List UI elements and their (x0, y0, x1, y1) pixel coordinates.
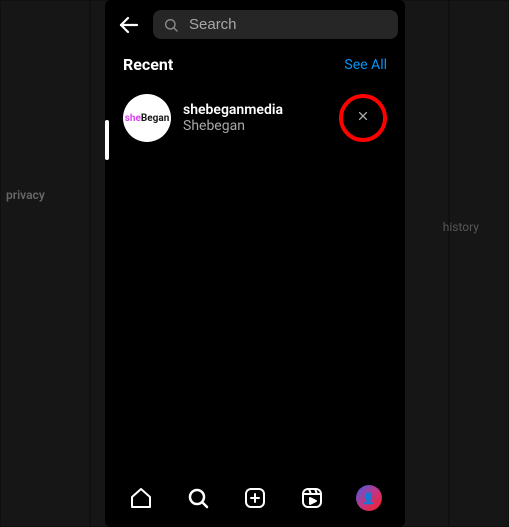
nav-home[interactable] (128, 485, 154, 511)
search-header (105, 0, 405, 49)
avatar-text: sheBegan (125, 113, 170, 124)
profile-icon: 👤 (362, 492, 376, 505)
avatar: sheBegan (123, 94, 171, 142)
reels-icon (300, 486, 324, 510)
search-input[interactable] (189, 16, 388, 33)
scroll-indicator (105, 120, 109, 160)
home-icon (129, 486, 153, 510)
back-arrow-icon (117, 13, 141, 37)
search-nav-icon (186, 486, 210, 510)
nav-reels[interactable] (299, 485, 325, 511)
search-panel: Recent See All sheBegan shebeganmedia Sh… (105, 0, 405, 527)
remove-wrap (339, 94, 387, 142)
recent-title: Recent (123, 55, 173, 74)
recent-header: Recent See All (105, 49, 405, 86)
username-label: shebeganmedia (183, 102, 327, 118)
bottom-nav: 👤 (105, 475, 405, 527)
back-button[interactable] (117, 13, 141, 37)
recent-search-item[interactable]: sheBegan shebeganmedia Shebegan (105, 86, 405, 150)
nav-search[interactable] (185, 485, 211, 511)
search-icon (163, 17, 179, 33)
see-all-link[interactable]: See All (344, 57, 387, 73)
nav-create[interactable] (242, 485, 268, 511)
create-icon (243, 486, 267, 510)
nav-profile[interactable]: 👤 (356, 485, 382, 511)
close-icon (357, 110, 369, 122)
bg-text-privacy: privacy (6, 188, 45, 202)
item-text: shebeganmedia Shebegan (183, 102, 327, 134)
search-box[interactable] (153, 10, 398, 39)
bg-text-history: history (443, 220, 479, 234)
fullname-label: Shebegan (183, 118, 327, 134)
remove-recent-button[interactable] (351, 104, 375, 132)
